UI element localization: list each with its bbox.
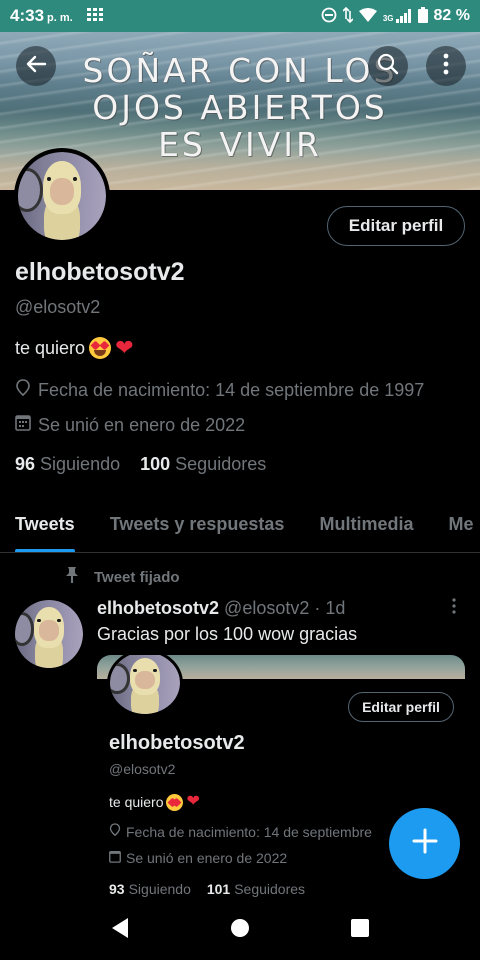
more-options-button[interactable] xyxy=(426,46,466,86)
app-grid-icon xyxy=(86,7,103,25)
system-navigation-bar xyxy=(0,900,480,960)
heart-eyes-emoji-icon xyxy=(166,793,184,811)
profile-display-name: elhobetosotv2 xyxy=(15,258,185,286)
embedded-joined: Se unió en enero de 2022 xyxy=(109,850,287,866)
nav-home-icon[interactable] xyxy=(230,918,250,943)
more-vertical-icon xyxy=(443,53,449,80)
compose-plus-icon xyxy=(412,828,438,859)
tweet-more-button[interactable] xyxy=(446,598,462,614)
tab-tweets[interactable]: Tweets xyxy=(15,498,75,552)
data-arrows-icon xyxy=(342,6,354,26)
joined-date: Se unió en enero de 2022 xyxy=(15,414,245,436)
edit-profile-button[interactable]: Editar perfil xyxy=(327,206,465,246)
pin-icon xyxy=(64,566,80,588)
duck-avatar-image xyxy=(15,600,83,668)
profile-tabs: Tweets Tweets y respuestas Multimedia Me xyxy=(0,498,480,553)
tweet-age: · 1d xyxy=(314,598,346,618)
tweet-author-handle: @elosotv2 xyxy=(224,598,310,618)
status-bar: 4:33 p. m. 3G 82 % xyxy=(0,0,480,32)
tab-likes[interactable]: Me xyxy=(448,498,473,552)
pinned-label: Tweet fijado xyxy=(94,568,180,586)
battery-percent: 82 % xyxy=(433,7,470,24)
nav-back-icon[interactable] xyxy=(110,917,130,944)
birth-date: Fecha de nacimiento: 14 de septiembre de… xyxy=(15,379,424,402)
more-vertical-icon xyxy=(452,598,456,618)
embedded-edit-profile-button: Editar perfil xyxy=(348,692,454,722)
calendar-icon xyxy=(109,850,121,866)
nav-recents-icon[interactable] xyxy=(350,918,370,943)
calendar-icon xyxy=(15,414,31,436)
banner-quote: SOÑAR CON LOS OJOS ABIERTOS ES VIVIR xyxy=(82,51,398,164)
birth-date-text: Fecha de nacimiento: 14 de septiembre de… xyxy=(38,380,425,400)
tweet-author-name: elhobetosotv2 xyxy=(97,598,220,618)
profile-avatar[interactable] xyxy=(14,148,110,244)
duck-avatar-image xyxy=(110,655,180,714)
joined-text: Se unió en enero de 2022 xyxy=(38,414,246,435)
pinned-indicator: Tweet fijado xyxy=(64,566,180,588)
follow-stats: 96 Siguiendo 100 Seguidores xyxy=(15,454,266,475)
red-heart-icon: ❤ xyxy=(186,793,200,810)
red-heart-icon: ❤ xyxy=(115,335,134,360)
embedded-handle: @elosotv2 xyxy=(109,761,176,777)
tweet-header[interactable]: elhobetosotv2 @elosotv2 · 1d xyxy=(97,598,345,619)
back-button[interactable] xyxy=(16,46,56,86)
bio-text: te quiero xyxy=(15,337,86,358)
search-icon xyxy=(377,53,399,80)
search-button[interactable] xyxy=(368,46,408,86)
status-time: 4:33 p. m. xyxy=(10,6,73,25)
heart-eyes-emoji-icon xyxy=(89,337,112,359)
do-not-disturb-icon xyxy=(321,7,337,26)
embedded-bio: te quiero ❤ xyxy=(109,791,200,813)
tweet-author-avatar[interactable] xyxy=(15,600,83,668)
tab-tweets-and-replies[interactable]: Tweets y respuestas xyxy=(110,498,285,552)
back-arrow-icon xyxy=(25,53,47,80)
profile-bio: te quiero ❤ xyxy=(15,337,134,359)
embedded-display-name: elhobetosotv2 xyxy=(109,732,245,754)
followers-link[interactable]: 100 Seguidores xyxy=(140,454,266,475)
cell-signal-icon: 3G xyxy=(383,9,412,23)
battery-icon xyxy=(417,6,428,26)
location-icon xyxy=(109,823,121,840)
compose-tweet-button[interactable] xyxy=(389,808,460,879)
duck-avatar-image xyxy=(18,152,106,240)
embedded-follow-stats: 93 Siguiendo 101 Seguidores xyxy=(109,881,306,897)
embedded-avatar xyxy=(107,655,183,717)
tab-media[interactable]: Multimedia xyxy=(319,498,413,552)
embedded-birth-date: Fecha de nacimiento: 14 de septiembre xyxy=(109,823,372,840)
tweet-text: Gracias por los 100 wow gracias xyxy=(97,624,358,644)
following-link[interactable]: 96 Siguiendo xyxy=(15,454,120,475)
profile-handle: @elosotv2 xyxy=(15,297,101,317)
wifi-icon xyxy=(358,7,377,25)
location-icon xyxy=(15,379,31,402)
